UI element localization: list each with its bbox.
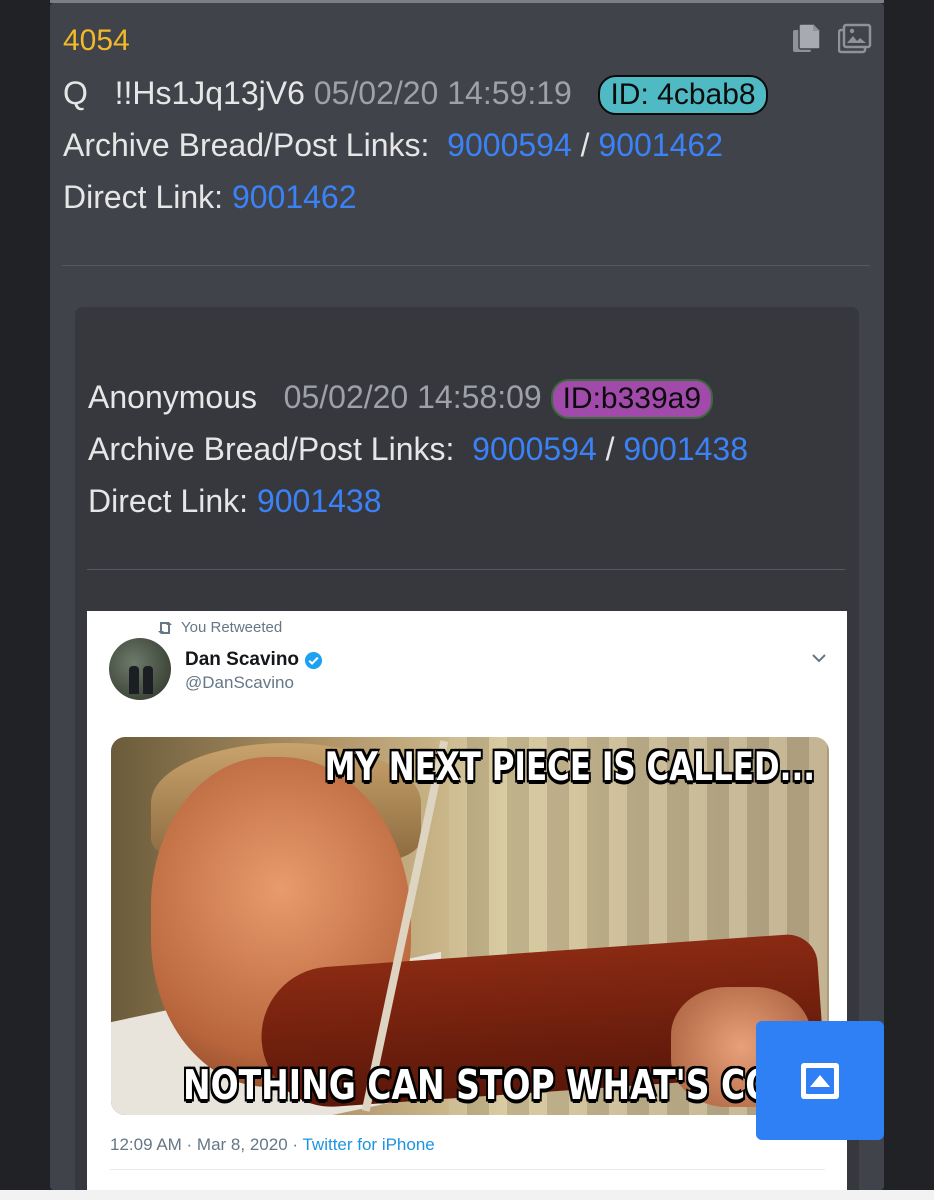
avatar-figure <box>129 666 139 694</box>
chevron-down-icon[interactable] <box>809 648 829 668</box>
meme-top-caption: MY NEXT PIECE IS CALLED... <box>324 745 815 790</box>
quoted-post: Anonymous 05/02/20 14:58:09 ID:b339a9 Ar… <box>75 307 859 1190</box>
tweet-image[interactable]: You Retweeted Dan Scavino @DanScavino MY… <box>87 611 847 1190</box>
meme-bottom-caption: NOTHING CAN STOP WHAT'S COMIN <box>183 1060 829 1109</box>
post-divider <box>62 265 870 266</box>
retweet-icon <box>158 621 172 634</box>
images-icon[interactable] <box>838 21 872 55</box>
post-direct-link: Direct Link: 9001462 <box>63 179 357 216</box>
quoted-divider <box>87 569 845 570</box>
arrow-up-icon <box>801 1063 839 1099</box>
quoted-id-badge[interactable]: ID:b339a9 <box>550 379 714 419</box>
quoted-direct-link-value[interactable]: 9001438 <box>257 483 382 519</box>
quoted-link-separator: / <box>605 431 615 467</box>
quoted-direct-link: Direct Link: 9001438 <box>88 483 382 520</box>
screen: 4054 Q !!Hs1Jq13jV6 05/02/20 14:59:19 ID… <box>0 0 934 1200</box>
archive-label: Archive Bread/Post Links: <box>63 127 430 163</box>
quoted-datetime: 05/02/20 14:58:09 <box>283 379 542 415</box>
direct-link[interactable]: 9001462 <box>232 179 357 215</box>
archive-bread-link[interactable]: 9000594 <box>447 127 572 163</box>
post-number[interactable]: 4054 <box>63 24 130 58</box>
retweet-label: You Retweeted <box>181 619 283 636</box>
quoted-header: Anonymous 05/02/20 14:58:09 ID:b339a9 <box>88 379 714 419</box>
quoted-archive-bread-link[interactable]: 9000594 <box>472 431 597 467</box>
tweet-timestamp: 12:09 AM · Mar 8, 2020 · Twitter for iPh… <box>110 1135 435 1155</box>
tweet-time[interactable]: 12:09 AM · Mar 8, 2020 · <box>110 1135 302 1154</box>
archive-post-link[interactable]: 9001462 <box>598 127 723 163</box>
quoted-archive-links: Archive Bread/Post Links: 9000594 / 9001… <box>88 431 748 468</box>
bottom-border <box>0 1190 934 1200</box>
tweet-handle[interactable]: @DanScavino <box>185 673 294 693</box>
post-tripcode: !!Hs1Jq13jV6 <box>114 75 305 111</box>
post-header: Q !!Hs1Jq13jV6 05/02/20 14:59:19 ID: 4cb… <box>63 75 768 115</box>
meme-image: MY NEXT PIECE IS CALLED... NOTHING CAN S… <box>111 737 829 1115</box>
direct-label: Direct Link: <box>63 179 224 215</box>
post-id-badge[interactable]: ID: 4cbab8 <box>598 75 768 115</box>
post-archive-links: Archive Bread/Post Links: 9000594 / 9001… <box>63 127 723 164</box>
copy-icon[interactable] <box>790 21 824 55</box>
post-tools <box>790 21 872 55</box>
quoted-direct-label: Direct Link: <box>88 483 249 519</box>
avatar[interactable] <box>109 638 171 700</box>
post-datetime: 05/02/20 14:59:19 <box>313 75 572 111</box>
tweet-source[interactable]: Twitter for iPhone <box>302 1135 434 1154</box>
post-author: Q <box>63 75 88 111</box>
scroll-to-top-button[interactable] <box>756 1021 884 1140</box>
avatar-figure <box>143 666 153 694</box>
verified-icon <box>304 651 323 669</box>
retweet-row: You Retweeted <box>157 619 282 636</box>
quoted-archive-label: Archive Bread/Post Links: <box>88 431 455 467</box>
link-separator: / <box>580 127 590 163</box>
tweet-divider <box>110 1169 825 1170</box>
quoted-author: Anonymous <box>88 379 257 415</box>
post-card: 4054 Q !!Hs1Jq13jV6 05/02/20 14:59:19 ID… <box>50 3 884 1190</box>
tweet-name-text: Dan Scavino <box>185 649 300 670</box>
quoted-archive-post-link[interactable]: 9001438 <box>623 431 748 467</box>
right-gutter <box>884 0 934 1200</box>
tweet-author-name[interactable]: Dan Scavino <box>185 649 323 671</box>
left-gutter <box>0 0 50 1200</box>
